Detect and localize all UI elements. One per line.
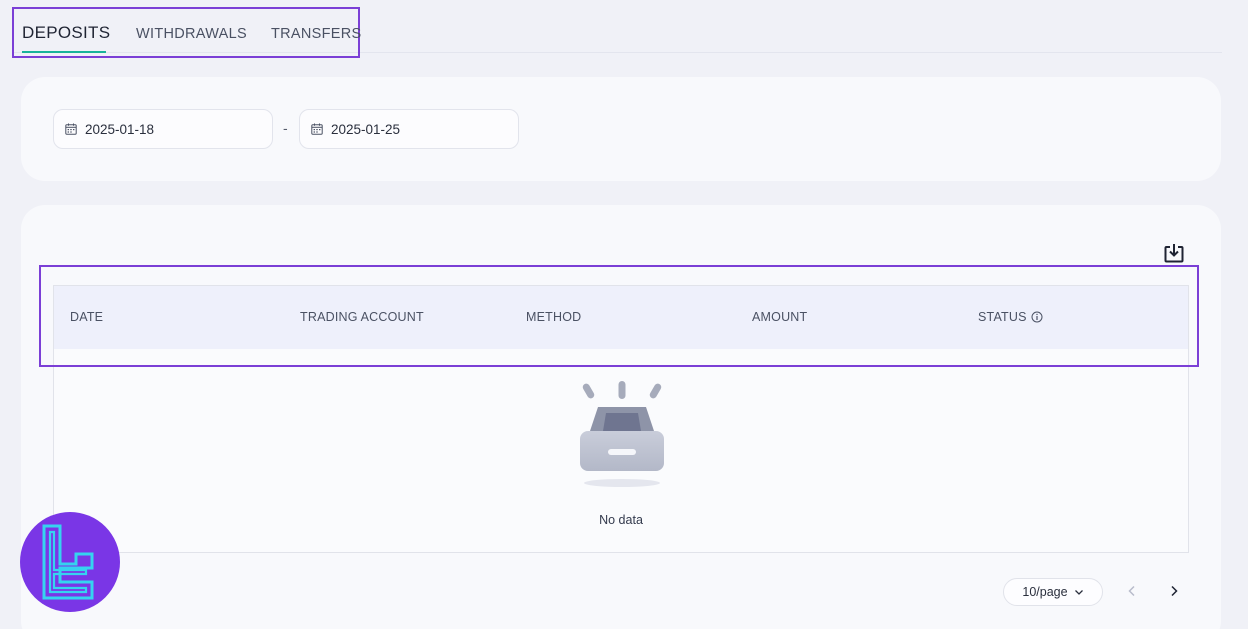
end-date-input[interactable]: 2025-01-25	[299, 109, 519, 149]
deposits-table: DATE TRADING ACCOUNT METHOD AMOUNT STATU…	[53, 285, 1189, 553]
page-size-select[interactable]: 10/page	[1003, 578, 1103, 606]
column-trading-account: TRADING ACCOUNT	[300, 310, 424, 324]
column-amount: AMOUNT	[752, 310, 808, 324]
calendar-icon	[65, 123, 77, 135]
logo-glyph-icon	[42, 524, 94, 600]
empty-state-text: No data	[599, 513, 643, 527]
column-date: DATE	[70, 310, 104, 324]
brand-logo	[20, 512, 120, 612]
table-header: DATE TRADING ACCOUNT METHOD AMOUNT STATU…	[54, 286, 1188, 349]
start-date-value: 2025-01-18	[85, 121, 155, 137]
end-date-value: 2025-01-25	[331, 121, 401, 137]
start-date-input[interactable]: 2025-01-18	[53, 109, 273, 149]
empty-inbox-icon	[580, 381, 664, 487]
transactions-card: DATE TRADING ACCOUNT METHOD AMOUNT STATU…	[21, 205, 1221, 629]
column-status: STATUS	[978, 310, 1043, 324]
column-status-label: STATUS	[978, 310, 1027, 324]
calendar-icon	[311, 123, 323, 135]
filter-card: 2025-01-18 - 2025-01-25	[21, 77, 1221, 181]
tab-transfers[interactable]: TRANSFERS	[271, 26, 362, 42]
info-icon[interactable]	[1031, 311, 1043, 323]
chevron-left-icon[interactable]	[1125, 584, 1139, 598]
chevron-down-icon	[1074, 590, 1083, 595]
download-icon[interactable]	[1163, 242, 1185, 264]
tab-deposits[interactable]: DEPOSITS	[22, 23, 110, 43]
tab-withdrawals[interactable]: WITHDRAWALS	[136, 26, 247, 42]
active-tab-indicator	[22, 51, 106, 53]
tab-bar: DEPOSITS WITHDRAWALS TRANSFERS	[12, 7, 362, 58]
date-range-separator: -	[283, 120, 288, 136]
page-size-value: 10/page	[1022, 585, 1068, 599]
chevron-right-icon[interactable]	[1167, 584, 1181, 598]
column-method: METHOD	[526, 310, 582, 324]
